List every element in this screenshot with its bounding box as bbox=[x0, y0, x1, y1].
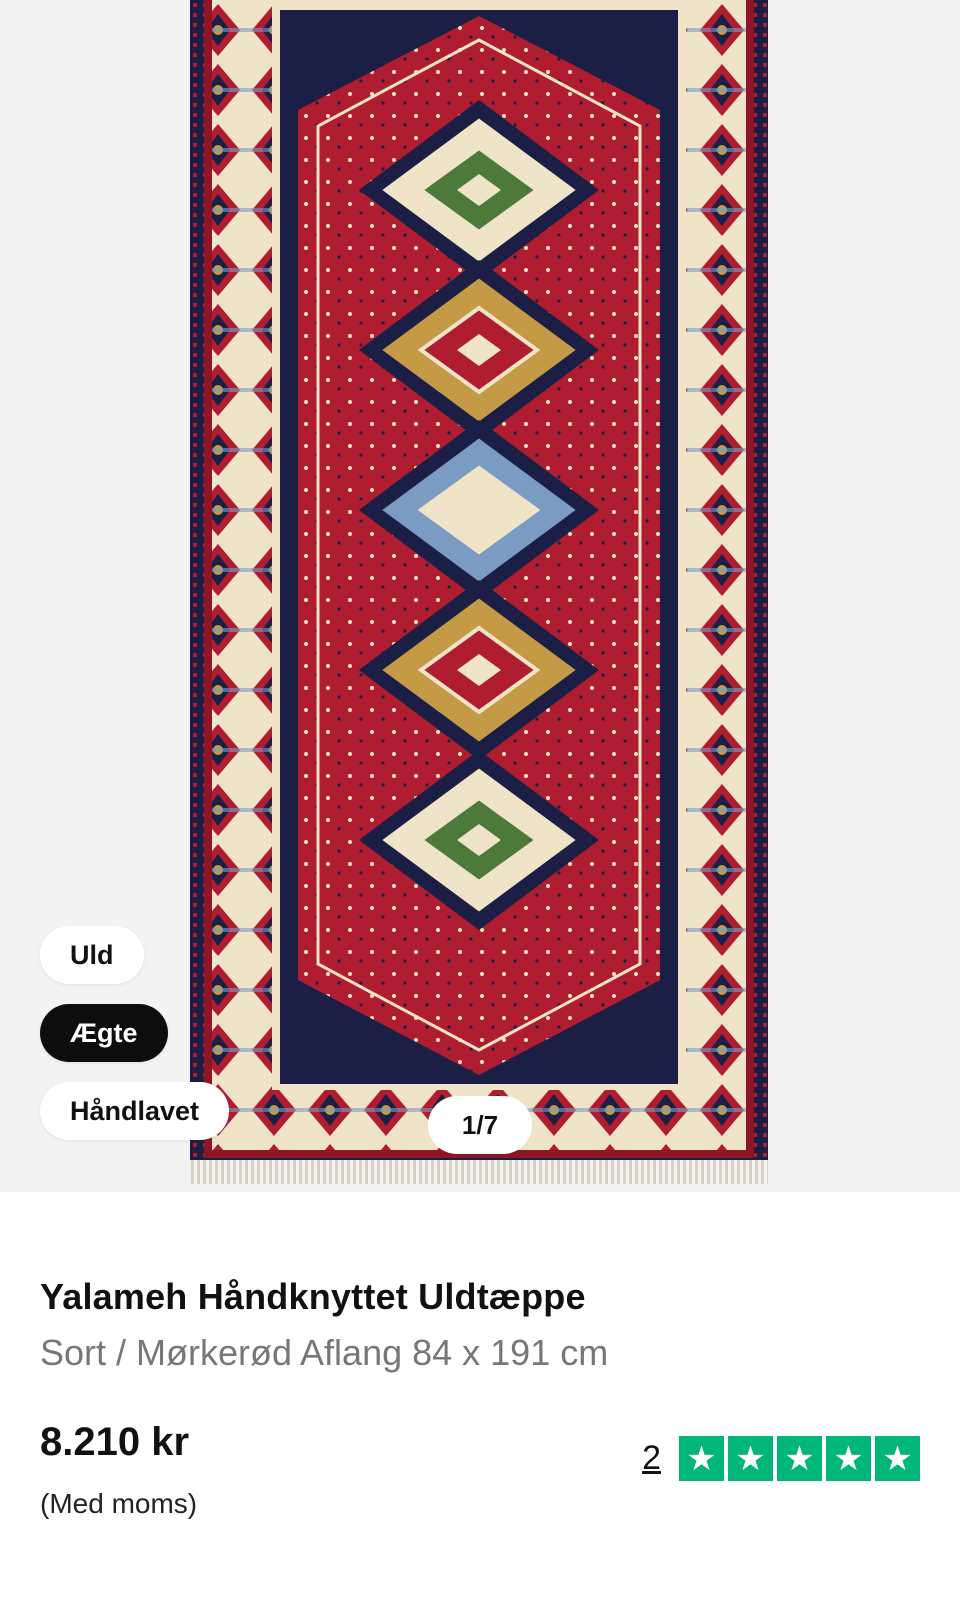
star-icon: ★ bbox=[777, 1436, 822, 1481]
tag-wool[interactable]: Uld bbox=[40, 926, 144, 984]
tag-label: Uld bbox=[70, 939, 114, 970]
tag-genuine[interactable]: Ægte bbox=[40, 1004, 168, 1062]
star-icon: ★ bbox=[679, 1436, 724, 1481]
product-subtitle: Sort / Mørkerød Aflang 84 x 191 cm bbox=[40, 1332, 609, 1373]
image-counter: 1/7 bbox=[428, 1096, 532, 1154]
trustpilot-stars: ★ ★ ★ ★ ★ bbox=[679, 1436, 920, 1481]
tag-handmade[interactable]: Håndlavet bbox=[40, 1082, 230, 1140]
star-icon: ★ bbox=[728, 1436, 773, 1481]
rating-widget[interactable]: 2 ★ ★ ★ ★ ★ bbox=[642, 1436, 920, 1481]
product-price: 8.210 kr bbox=[40, 1420, 190, 1464]
tag-label: Håndlavet bbox=[70, 1095, 200, 1126]
review-count-link[interactable]: 2 bbox=[642, 1439, 661, 1478]
product-title: Yalameh Håndknyttet Uldtæppe bbox=[40, 1276, 586, 1317]
tag-label: Ægte bbox=[70, 1017, 138, 1048]
image-counter-text: 1/7 bbox=[461, 1109, 499, 1140]
product-image-gallery[interactable]: Uld Ægte Håndlavet 1/7 bbox=[0, 0, 960, 1192]
rug-product-image[interactable] bbox=[190, 0, 768, 1192]
vat-note: (Med moms) bbox=[40, 1488, 198, 1519]
star-icon: ★ bbox=[875, 1436, 920, 1481]
rug-illustration bbox=[190, 0, 768, 1184]
star-icon: ★ bbox=[826, 1436, 871, 1481]
